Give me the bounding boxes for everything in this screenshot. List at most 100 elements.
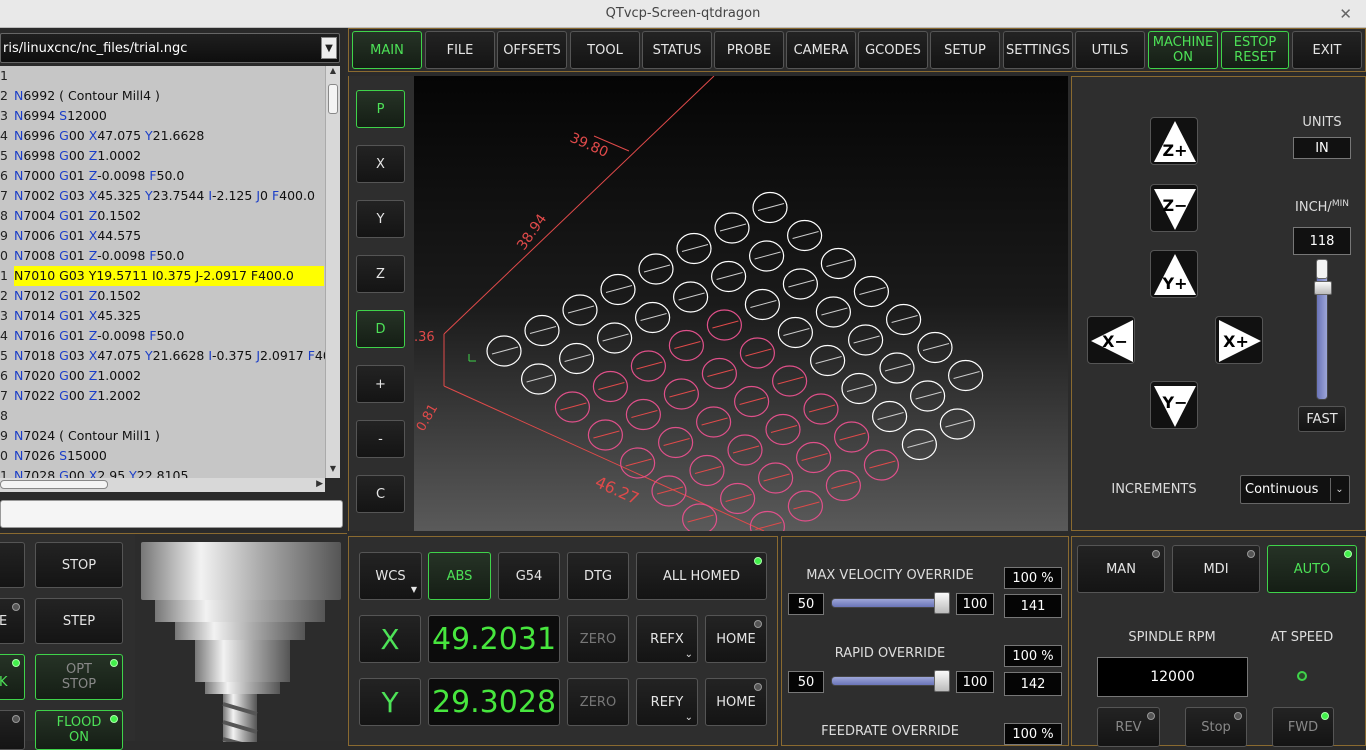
auto-mode-button[interactable]: AUTO xyxy=(1267,545,1357,593)
tab-gcodes[interactable]: GCODES xyxy=(858,31,928,69)
jog-y-plus-button[interactable]: Y+ xyxy=(1150,250,1198,298)
tab-tool[interactable]: TOOL xyxy=(570,31,640,69)
rapid-override-slider-handle[interactable] xyxy=(934,670,950,692)
scroll-up-icon[interactable]: ▲ xyxy=(327,66,339,78)
all-homed-button[interactable]: ALL HOMED xyxy=(636,552,767,600)
close-icon[interactable]: ✕ xyxy=(1339,0,1352,28)
max-velocity-slider-handle[interactable] xyxy=(934,592,950,614)
gcode-line[interactable]: 9 N7024 ( Contour Mill1 ) xyxy=(0,426,325,446)
view-zoom-out-button[interactable]: - xyxy=(356,420,405,458)
gcode-line[interactable]: 3 N7014 G01 X45.325 xyxy=(0,306,325,326)
view-y-button[interactable]: Y xyxy=(356,200,405,238)
run-button[interactable] xyxy=(0,542,25,588)
gcode-line[interactable]: 2 N6992 ( Contour Mill4 ) xyxy=(0,86,325,106)
view-perspective-button[interactable]: P xyxy=(356,90,405,128)
gcode-line[interactable]: 0 N7026 S15000 xyxy=(0,446,325,466)
gcode-line[interactable]: 7 N7002 G03 X45.325 Y23.7544 I-2.125 J0 F… xyxy=(0,186,325,206)
ref-x-button[interactable]: REFX ⌄ xyxy=(636,615,698,663)
jog-z-minus-button[interactable]: Z− xyxy=(1150,184,1198,232)
tab-file[interactable]: FILE xyxy=(425,31,495,69)
jog-rate-slider[interactable] xyxy=(1314,259,1332,400)
gcode-line[interactable]: 6 N7020 G00 Z1.0002 xyxy=(0,366,325,386)
view-dimensions-button[interactable]: D xyxy=(356,310,405,348)
file-selector[interactable]: ris/linuxcnc/nc_files/trial.ngc ▼ xyxy=(0,33,340,63)
jog-x-plus-button[interactable]: X+ xyxy=(1215,316,1263,364)
jog-y-minus-button[interactable]: Y− xyxy=(1150,381,1198,429)
axis-x-button[interactable]: X xyxy=(359,615,421,663)
scroll-right-icon[interactable]: ▶ xyxy=(316,479,323,489)
abs-button[interactable]: ABS xyxy=(428,552,491,600)
spindle-stop-button[interactable]: Stop xyxy=(1185,707,1247,747)
jog-x-minus-button[interactable]: X− xyxy=(1087,316,1135,364)
rapid-override-slider[interactable] xyxy=(831,670,950,692)
zero-x-button[interactable]: ZERO xyxy=(567,615,629,663)
spindle-rev-button[interactable]: REV xyxy=(1097,707,1160,747)
view-x-button[interactable]: X xyxy=(356,145,405,183)
mist-button[interactable] xyxy=(0,710,25,750)
block-delete-button[interactable]: K xyxy=(0,654,25,700)
gcode-line[interactable]: 7 N7022 G00 Z1.2002 xyxy=(0,386,325,406)
gcode-line[interactable]: 4 N6996 G00 X47.075 Y21.6628 xyxy=(0,126,325,146)
max-velocity-slider[interactable] xyxy=(831,592,950,614)
estop-reset-button[interactable]: ESTOP RESET xyxy=(1221,31,1289,69)
spindle-fwd-button[interactable]: FWD xyxy=(1272,707,1334,747)
home-y-button[interactable]: HOME xyxy=(705,678,767,726)
wcs-button[interactable]: WCS ▼ xyxy=(359,552,422,600)
line-number: 1 xyxy=(0,268,8,283)
tab-camera[interactable]: CAMERA xyxy=(786,31,856,69)
gcode-line[interactable]: 4 N7016 G01 Z-0.0098 F50.0 xyxy=(0,326,325,346)
mdi-mode-button[interactable]: MDI xyxy=(1172,545,1260,593)
chevron-down-icon[interactable]: ⌄ xyxy=(1330,478,1348,501)
gcode-line[interactable]: 8 N7004 G01 Z0.1502 xyxy=(0,206,325,226)
tab-offsets[interactable]: OFFSETS xyxy=(497,31,567,69)
gcode-line[interactable]: 2 N7012 G01 Z0.1502 xyxy=(0,286,325,306)
home-x-button[interactable]: HOME xyxy=(705,615,767,663)
scroll-down-icon[interactable]: ▼ xyxy=(327,464,339,476)
pause-button[interactable]: E xyxy=(0,598,25,644)
gcode-editor[interactable]: 1 2 N6992 ( Contour Mill4 ) 3 N6994 S12000 4 N… xyxy=(0,66,325,482)
view-z-button[interactable]: Z xyxy=(356,255,405,293)
ref-y-button[interactable]: REFY ⌄ xyxy=(636,678,698,726)
man-mode-button[interactable]: MAN xyxy=(1077,545,1165,593)
opt-stop-button[interactable]: OPT STOP xyxy=(35,654,123,700)
jog-z-plus-button[interactable]: Z+ xyxy=(1150,117,1198,165)
line-text: N7024 ( Contour Mill1 ) xyxy=(14,428,160,443)
view-clear-button[interactable]: C xyxy=(356,475,405,513)
gcode-line[interactable]: 0 N7008 G01 Z-0.0098 F50.0 xyxy=(0,246,325,266)
g54-button[interactable]: G54 xyxy=(498,552,560,600)
increments-select[interactable]: Continuous ⌄ xyxy=(1240,475,1350,504)
hscrollbar-thumb[interactable] xyxy=(0,480,108,489)
tab-status[interactable]: STATUS xyxy=(642,31,712,69)
gcode-line[interactable]: 5 N7018 G03 X47.075 Y21.6628 I-0.375 J2.0… xyxy=(0,346,325,366)
mdi-input[interactable] xyxy=(0,500,343,528)
axis-y-button[interactable]: Y xyxy=(359,678,421,726)
step-button[interactable]: STEP xyxy=(35,598,123,644)
dtg-button[interactable]: DTG xyxy=(567,552,629,600)
flood-button[interactable]: FLOOD ON xyxy=(35,710,123,750)
zero-y-button[interactable]: ZERO xyxy=(567,678,629,726)
stop-button[interactable]: STOP xyxy=(35,542,123,588)
gcode-line[interactable]: 6 N7000 G01 Z-0.0098 F50.0 xyxy=(0,166,325,186)
gcode-line[interactable]: 1 N7010 G03 Y19.5711 I0.375 J-2.0917 F400… xyxy=(0,266,325,286)
tab-probe[interactable]: PROBE xyxy=(714,31,784,69)
gcode-line[interactable]: 8 xyxy=(0,406,325,426)
tab-main[interactable]: MAIN xyxy=(352,31,422,69)
view-zoom-in-button[interactable]: + xyxy=(356,365,405,403)
fast-button[interactable]: FAST xyxy=(1298,406,1346,432)
gcode-scrollbar[interactable]: ▲ ▼ xyxy=(325,66,340,478)
gcode-line[interactable]: 1 xyxy=(0,66,325,86)
chevron-down-icon[interactable]: ▼ xyxy=(321,37,337,59)
gcode-preview[interactable]: 39.80 38.94 46.27 .36 0.81 xyxy=(414,76,1068,531)
tab-utils[interactable]: UTILS xyxy=(1075,31,1145,69)
gcode-line[interactable]: 3 N6994 S12000 xyxy=(0,106,325,126)
gcode-hscrollbar[interactable]: ▶ xyxy=(0,478,325,492)
svg-text:Z−: Z− xyxy=(1162,196,1187,215)
tab-settings[interactable]: SETTINGS xyxy=(1003,31,1073,69)
exit-button[interactable]: EXIT xyxy=(1292,31,1362,69)
scrollbar-thumb[interactable] xyxy=(328,84,338,114)
jog-rate-slider-handle[interactable] xyxy=(1314,281,1332,295)
gcode-line[interactable]: 9 N7006 G01 X44.575 xyxy=(0,226,325,246)
tab-setup[interactable]: SETUP xyxy=(930,31,1000,69)
gcode-line[interactable]: 5 N6998 G00 Z1.0002 xyxy=(0,146,325,166)
machine-on-button[interactable]: MACHINE ON xyxy=(1148,31,1218,69)
